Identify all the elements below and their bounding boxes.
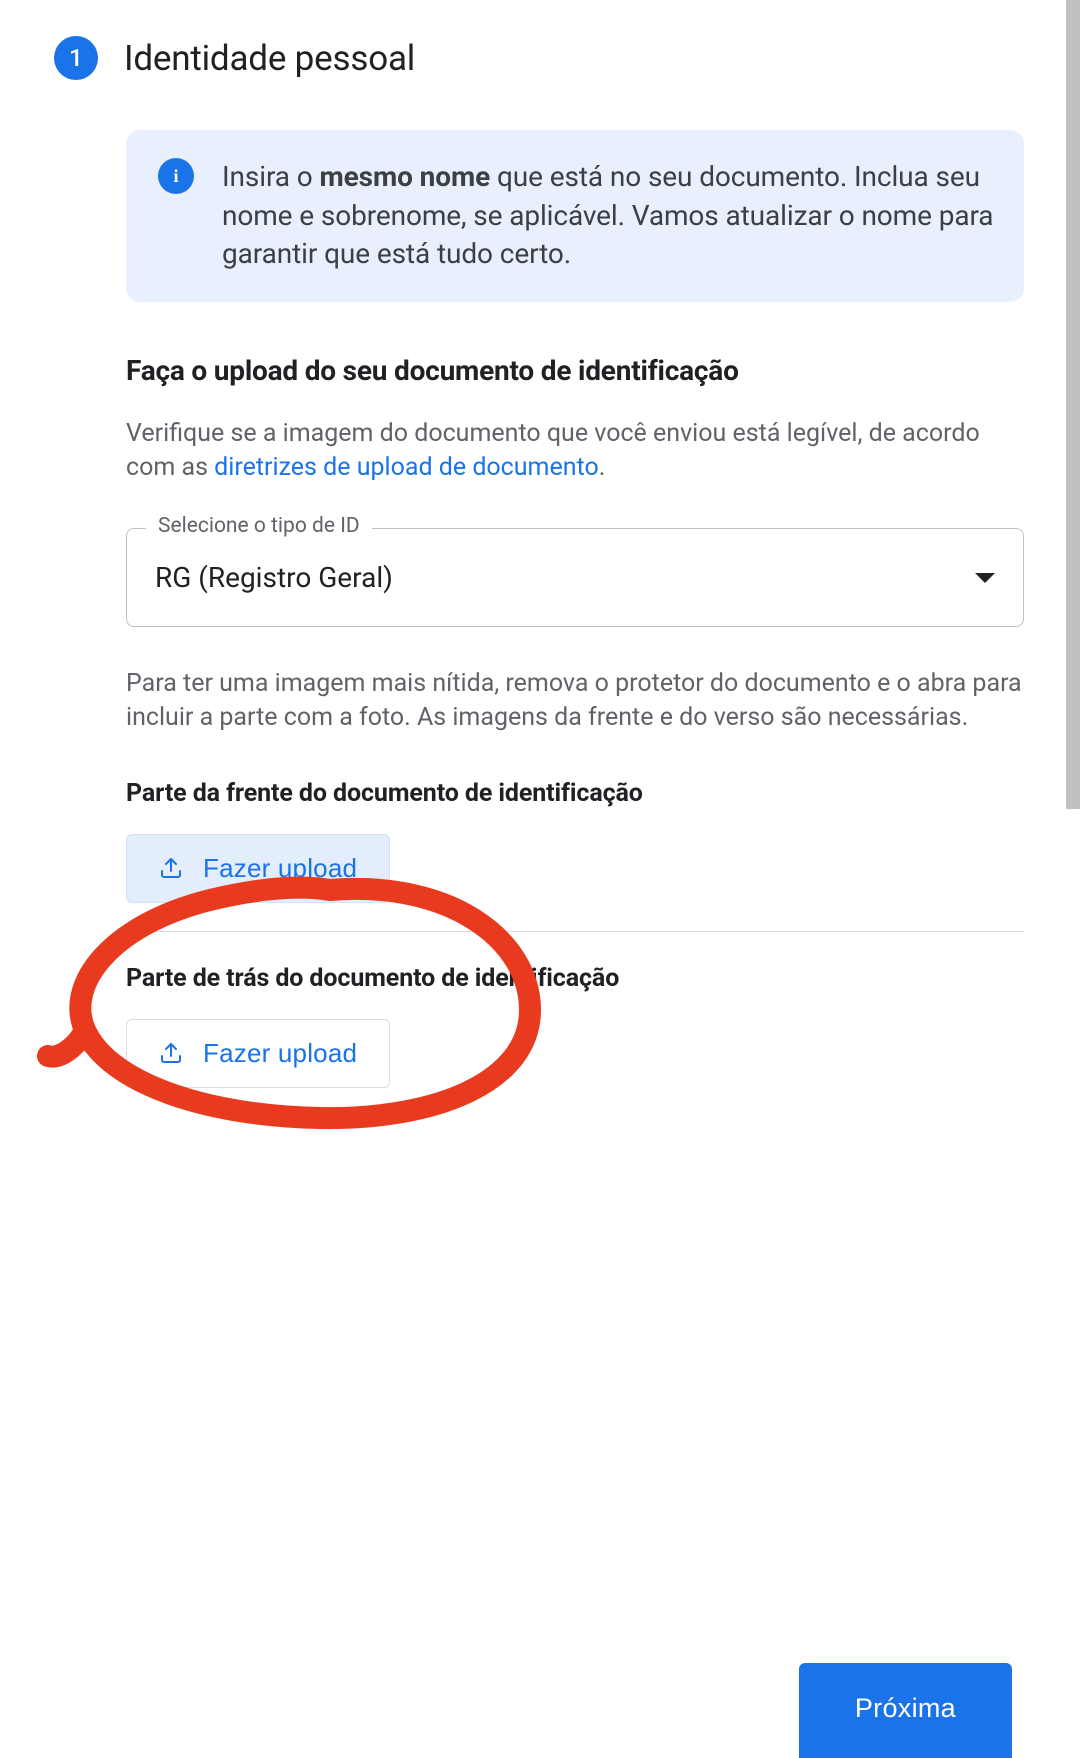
upload-back-button[interactable]: Fazer upload	[126, 1019, 390, 1088]
id-type-select-wrapper: Selecione o tipo de ID RG (Registro Gera…	[126, 528, 1024, 627]
upload-helper: Verifique se a imagem do documento que v…	[126, 417, 1024, 485]
next-button[interactable]: Próxima	[799, 1663, 1012, 1758]
front-heading: Parte da frente do documento de identifi…	[126, 779, 1024, 808]
step-title: Identidade pessoal	[124, 38, 415, 79]
id-type-label: Selecione o tipo de ID	[146, 514, 372, 538]
step-number-badge: 1	[54, 36, 98, 80]
upload-heading: Faça o upload do seu documento de identi…	[126, 354, 1024, 387]
id-type-value: RG (Registro Geral)	[155, 561, 393, 594]
upload-guidelines-link[interactable]: diretrizes de upload de documento	[214, 453, 599, 482]
info-icon: i	[158, 158, 194, 194]
step-header: 1 Identidade pessoal	[54, 36, 1030, 80]
info-text-prefix: Insira o	[222, 160, 319, 193]
content-area: i Insira o mesmo nome que está no seu do…	[126, 130, 1030, 1088]
front-upload-section: Parte da frente do documento de identifi…	[126, 779, 1024, 903]
back-heading: Parte de trás do documento de identifica…	[126, 964, 1024, 993]
back-upload-section: Parte de trás do documento de identifica…	[126, 964, 1024, 1088]
upload-front-label: Fazer upload	[203, 853, 357, 884]
divider	[126, 931, 1024, 932]
info-box: i Insira o mesmo nome que está no seu do…	[126, 130, 1024, 302]
helper-suffix: .	[599, 453, 606, 482]
upload-back-label: Fazer upload	[203, 1038, 357, 1069]
upload-icon	[159, 1041, 183, 1065]
upload-front-button[interactable]: Fazer upload	[126, 834, 390, 903]
info-text: Insira o mesmo nome que está no seu docu…	[222, 158, 994, 274]
chevron-down-icon	[975, 573, 995, 583]
id-type-select[interactable]: RG (Registro Geral)	[126, 528, 1024, 627]
image-instructions: Para ter uma imagem mais nítida, remova …	[126, 667, 1024, 735]
info-text-bold: mesmo nome	[319, 160, 490, 193]
upload-icon	[159, 856, 183, 880]
form-container: 1 Identidade pessoal i Insira o mesmo no…	[0, 0, 1080, 1758]
